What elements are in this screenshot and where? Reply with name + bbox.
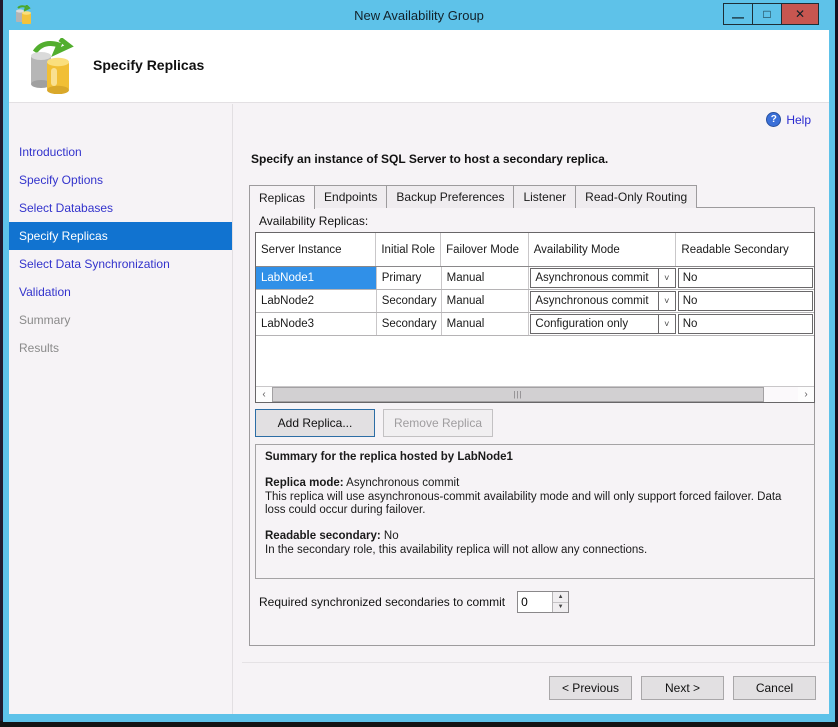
cell-server[interactable]: LabNode1 (256, 267, 377, 289)
step-summary: Summary (9, 306, 232, 334)
maximize-icon: □ (763, 7, 770, 21)
chevron-down-icon[interactable]: ˅ (658, 315, 675, 333)
cell-initial-role: Primary (377, 267, 442, 289)
grid-row-labnode2[interactable]: LabNode2 Secondary Manual Asynchronous c… (256, 290, 814, 313)
col-server-instance[interactable]: Server Instance (256, 233, 376, 266)
replica-mode-value: Asynchronous commit (346, 477, 459, 489)
add-replica-button[interactable]: Add Replica... (255, 409, 375, 437)
grid-header-row: Server Instance Initial Role Failover Mo… (256, 233, 814, 267)
col-readable-secondary[interactable]: Readable Secondary (676, 233, 814, 266)
replica-summary-box: Summary for the replica hosted by LabNod… (255, 444, 815, 579)
minimize-button[interactable]: — (723, 3, 752, 25)
next-button[interactable]: Next > (641, 676, 724, 700)
close-icon: ✕ (795, 7, 805, 21)
cell-server[interactable]: LabNode3 (256, 313, 377, 335)
remove-replica-button: Remove Replica (383, 409, 493, 437)
tab-strip: Replicas Endpoints Backup Preferences Li… (249, 185, 696, 208)
maximize-button[interactable]: □ (752, 3, 781, 25)
readable-secondary-value: No (384, 530, 399, 542)
readable-secondary-dropdown[interactable]: No (678, 291, 813, 311)
replica-databases-icon (27, 38, 79, 94)
col-availability-mode[interactable]: Availability Mode (529, 233, 677, 266)
grid-row-labnode1[interactable]: LabNode1 Primary Manual Asynchronous com… (256, 267, 814, 290)
page-title: Specify Replicas (93, 57, 204, 73)
step-select-databases[interactable]: Select Databases (9, 194, 232, 222)
readable-secondary-label: Readable secondary: (265, 530, 381, 542)
summary-title: Summary for the replica hosted by LabNod… (265, 451, 513, 463)
help-label: Help (786, 113, 811, 127)
cell-failover-mode: Manual (442, 313, 530, 335)
scroll-left-button[interactable]: ‹ (256, 387, 272, 402)
availability-mode-dropdown[interactable]: Asynchronous commit ˅ (530, 268, 675, 288)
cell-initial-role: Secondary (377, 313, 442, 335)
wizard-header: Specify Replicas (9, 30, 829, 103)
titlebar[interactable]: New Availability Group — □ ✕ (3, 0, 835, 30)
window-content: Specify Replicas Introduction Specify Op… (9, 30, 829, 714)
spin-up-icon[interactable]: ▲ (553, 592, 568, 603)
readable-secondary-dropdown[interactable]: No (678, 314, 813, 334)
col-initial-role[interactable]: Initial Role (376, 233, 441, 266)
close-button[interactable]: ✕ (781, 3, 819, 25)
main-pane: ? Help Specify an instance of SQL Server… (234, 104, 829, 714)
step-specify-replicas[interactable]: Specify Replicas (9, 222, 232, 250)
scroll-right-button[interactable]: › (798, 387, 814, 402)
help-link[interactable]: ? Help (766, 112, 811, 127)
cell-server[interactable]: LabNode2 (256, 290, 377, 312)
availability-replicas-label: Availability Replicas: (259, 214, 368, 228)
spin-down-icon[interactable]: ▼ (553, 603, 568, 613)
chevron-down-icon[interactable]: ˅ (658, 269, 675, 287)
cell-failover-mode: Manual (442, 267, 530, 289)
cell-initial-role: Secondary (377, 290, 442, 312)
wizard-steps-sidebar: Introduction Specify Options Select Data… (9, 104, 233, 714)
cell-failover-mode: Manual (442, 290, 530, 312)
tab-endpoints[interactable]: Endpoints (314, 185, 387, 208)
required-secondaries-label: Required synchronized secondaries to com… (259, 595, 505, 609)
window-title: New Availability Group (3, 8, 835, 23)
wizard-footer: < Previous Next > Cancel (242, 662, 829, 714)
horizontal-scrollbar[interactable]: ‹ ||| › (256, 386, 814, 402)
tab-replicas[interactable]: Replicas (249, 185, 315, 209)
previous-button[interactable]: < Previous (549, 676, 632, 700)
readable-secondary-description: In the secondary role, this availability… (265, 544, 795, 557)
app-icon (15, 5, 33, 25)
chevron-down-icon[interactable]: ˅ (658, 292, 675, 310)
grid-row-labnode3[interactable]: LabNode3 Secondary Manual Configuration … (256, 313, 814, 336)
grid-empty-area (256, 336, 814, 387)
step-validation[interactable]: Validation (9, 278, 232, 306)
instruction-text: Specify an instance of SQL Server to hos… (251, 152, 608, 166)
step-select-data-synchronization[interactable]: Select Data Synchronization (9, 250, 232, 278)
step-specify-options[interactable]: Specify Options (9, 166, 232, 194)
availability-replicas-grid: Server Instance Initial Role Failover Mo… (255, 232, 815, 403)
tab-backup-preferences[interactable]: Backup Preferences (386, 185, 514, 208)
readable-secondary-dropdown[interactable]: No (678, 268, 813, 288)
required-secondaries-input[interactable] (518, 592, 552, 612)
replicas-tab-page: Availability Replicas: Server Instance I… (249, 207, 815, 646)
availability-mode-dropdown[interactable]: Configuration only ˅ (530, 314, 675, 334)
step-results: Results (9, 334, 232, 362)
col-failover-mode[interactable]: Failover Mode (441, 233, 529, 266)
replica-mode-description: This replica will use asynchronous-commi… (265, 491, 795, 517)
new-availability-group-window: New Availability Group — □ ✕ Specify Rep… (3, 0, 835, 722)
availability-mode-dropdown[interactable]: Asynchronous commit ˅ (530, 291, 675, 311)
minimize-icon: — (732, 10, 744, 24)
required-secondaries-spinner[interactable]: ▲ ▼ (517, 591, 569, 613)
tab-read-only-routing[interactable]: Read-Only Routing (575, 185, 697, 208)
cancel-button[interactable]: Cancel (733, 676, 816, 700)
scrollbar-thumb[interactable]: ||| (272, 387, 764, 402)
step-introduction[interactable]: Introduction (9, 138, 232, 166)
help-icon: ? (766, 112, 781, 127)
tab-listener[interactable]: Listener (513, 185, 576, 208)
replica-mode-label: Replica mode: (265, 477, 344, 489)
